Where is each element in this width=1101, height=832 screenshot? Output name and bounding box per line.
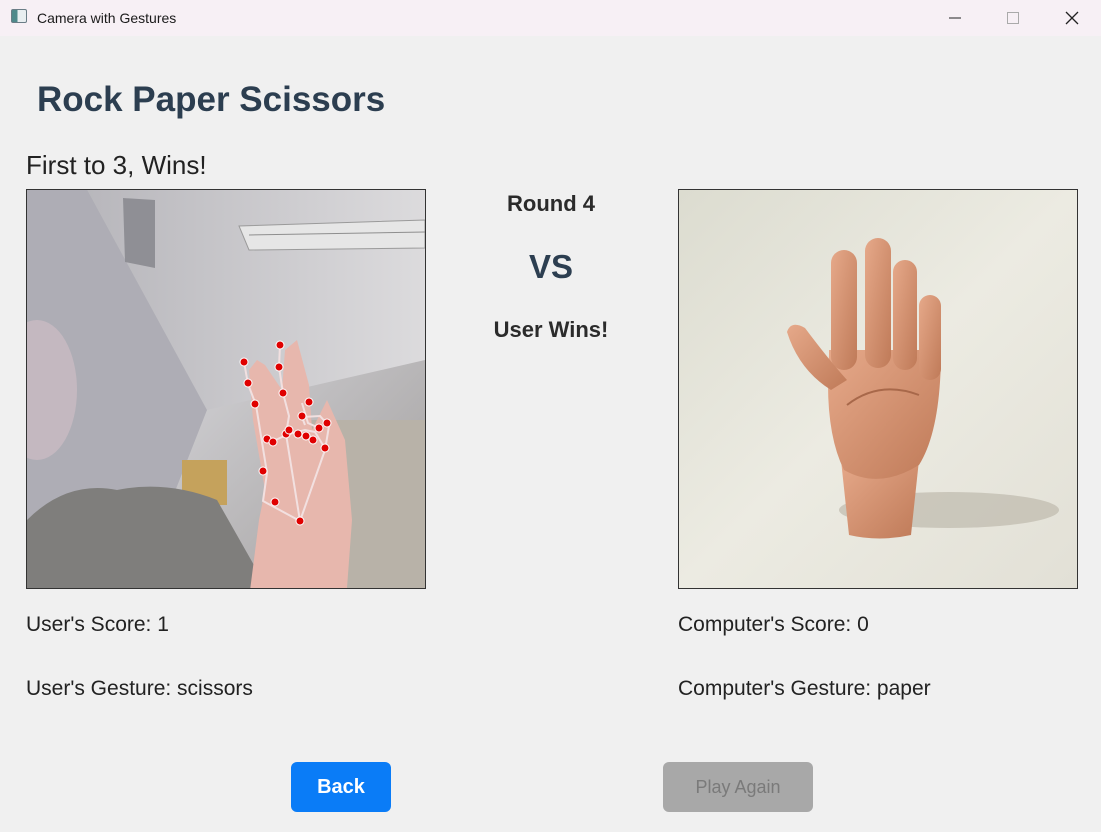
vs-label: VS <box>528 248 574 285</box>
minimize-button[interactable] <box>926 0 984 36</box>
maximize-icon <box>1007 12 1019 24</box>
back-button[interactable]: Back <box>291 762 391 812</box>
close-icon <box>1065 11 1079 25</box>
user-score: User's Score: 1 <box>26 613 169 636</box>
app-title: Rock Paper Scissors <box>37 80 386 119</box>
maximize-button[interactable] <box>984 0 1042 36</box>
play-again-button[interactable]: Play Again <box>663 762 813 812</box>
user-camera-feed <box>26 189 426 589</box>
window-title: Camera with Gestures <box>37 10 177 26</box>
round-result: User Wins! <box>493 317 609 342</box>
computer-gesture-image <box>678 189 1078 589</box>
app-icon <box>11 9 27 23</box>
close-button[interactable] <box>1043 0 1101 36</box>
game-rule-subtitle: First to 3, Wins! <box>26 150 207 180</box>
minimize-icon <box>949 17 961 19</box>
computer-gesture: Computer's Gesture: paper <box>678 677 931 700</box>
window-titlebar: Camera with Gestures <box>0 0 1101 36</box>
user-gesture: User's Gesture: scissors <box>26 677 253 700</box>
computer-score: Computer's Score: 0 <box>678 613 869 636</box>
round-label: Round 4 <box>507 191 595 216</box>
